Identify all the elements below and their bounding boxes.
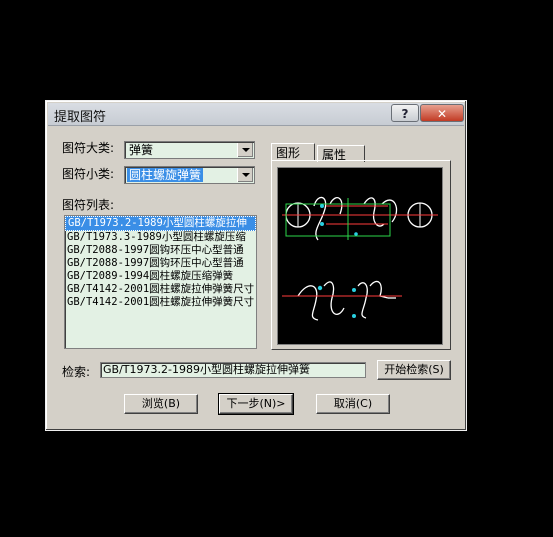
category-value: 弹簧 xyxy=(129,143,154,157)
close-button[interactable]: ✕ xyxy=(420,104,464,122)
list-item[interactable]: GB/T1973.3-1989小型圆柱螺旋压缩 xyxy=(65,231,256,244)
list-item[interactable]: GB/T1973.2-1989小型圆柱螺旋拉伸 xyxy=(65,216,256,231)
search-label: 检索: xyxy=(62,365,91,379)
list-item[interactable]: GB/T2088-1997圆钩环压中心型普通 xyxy=(65,257,256,270)
subcategory-value: 圆柱螺旋弹簧 xyxy=(127,168,204,182)
dialog-title: 提取图符 xyxy=(54,110,107,125)
category-dropdown[interactable]: 弹簧 xyxy=(124,141,255,159)
symbol-list[interactable]: GB/T1973.2-1989小型圆柱螺旋拉伸 GB/T1973.3-1989小… xyxy=(64,215,257,349)
title-bar[interactable]: 提取图符 ? ✕ xyxy=(48,103,464,126)
tab-graphic[interactable]: 图形 xyxy=(271,143,315,160)
list-item[interactable]: GB/T2088-1997圆钩环压中心型普通 xyxy=(65,244,256,257)
start-search-button[interactable]: 开始检索(S) xyxy=(377,360,451,380)
list-item[interactable]: GB/T2089-1994圆柱螺旋压缩弹簧 xyxy=(65,270,256,283)
spring-drawing xyxy=(282,196,438,321)
symbol-list-label: 图符列表: xyxy=(62,198,115,212)
search-input[interactable]: GB/T1973.2-1989小型圆柱螺旋拉伸弹簧 xyxy=(100,362,366,378)
cancel-button[interactable]: 取消(C) xyxy=(316,394,390,414)
browse-button[interactable]: 浏览(B) xyxy=(124,394,198,414)
chevron-down-icon[interactable] xyxy=(237,168,253,182)
category-label: 图符大类: xyxy=(62,141,115,155)
help-button[interactable]: ? xyxy=(391,104,419,122)
chevron-down-icon[interactable] xyxy=(237,143,253,157)
subcategory-dropdown[interactable]: 圆柱螺旋弹簧 xyxy=(124,166,255,184)
symbol-preview xyxy=(277,167,443,345)
subcategory-label: 图符小类: xyxy=(62,167,115,181)
search-value: GB/T1973.2-1989小型圆柱螺旋拉伸弹簧 xyxy=(103,363,310,376)
extract-symbol-dialog: 提取图符 ? ✕ 图符大类: 弹簧 图符小类: 圆柱螺旋弹簧 图符列表: GB/… xyxy=(45,100,467,431)
list-item[interactable]: GB/T4142-2001圆柱螺旋拉伸弹簧尺寸 xyxy=(65,296,256,309)
list-item[interactable]: GB/T4142-2001圆柱螺旋拉伸弹簧尺寸 xyxy=(65,283,256,296)
next-button[interactable]: 下一步(N)> xyxy=(218,393,294,415)
